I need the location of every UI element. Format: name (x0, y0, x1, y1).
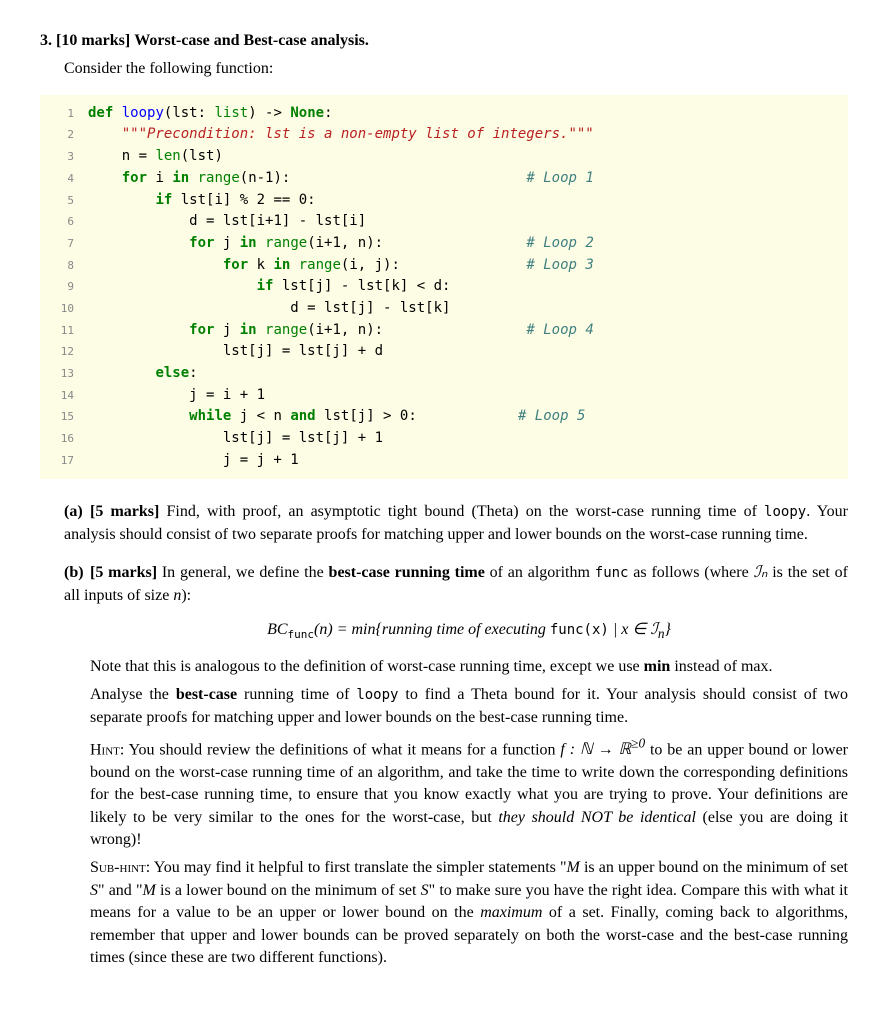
subhint-s1: S (90, 882, 98, 899)
part-a-text1: Find, with proof, an asymptotic tight bo… (159, 503, 764, 520)
subhint-s2: S (421, 882, 429, 899)
part-b-bold1: best-case running time (329, 564, 485, 581)
line-number: 15 (40, 408, 88, 425)
part-a-marks: [5 marks] (90, 503, 159, 520)
code-line: 16 lst[j] = lst[j] + 1 (40, 428, 848, 450)
code-content: lst[j] = lst[j] + d (88, 341, 848, 363)
part-b-marks: [5 marks] (90, 564, 157, 581)
line-number: 9 (40, 278, 88, 295)
line-number: 11 (40, 322, 88, 339)
code-content: for j in range(i+1, n): # Loop 2 (88, 233, 848, 255)
line-number: 1 (40, 105, 88, 122)
line-number: 6 (40, 213, 88, 230)
code-line: 15 while j < n and lst[j] > 0: # Loop 5 (40, 406, 848, 428)
line-number: 4 (40, 170, 88, 187)
code-content: else: (88, 363, 848, 385)
line-number: 3 (40, 148, 88, 165)
line-number: 17 (40, 452, 88, 469)
question-intro: Consider the following function: (64, 58, 848, 80)
code-content: if lst[i] % 2 == 0: (88, 190, 848, 212)
code-content: lst[j] = lst[j] + 1 (88, 428, 848, 450)
code-content: for i in range(n-1): # Loop 1 (88, 168, 848, 190)
hint-f: f : ℕ → ℝ≥0 (560, 741, 645, 758)
question-number: 3. (40, 32, 52, 49)
code-line: 8 for k in range(i, j): # Loop 3 (40, 255, 848, 277)
code-content: while j < n and lst[j] > 0: # Loop 5 (88, 406, 848, 428)
hint-a: You should review the definitions of wha… (124, 741, 560, 758)
line-number: 12 (40, 343, 88, 360)
subhint-label: Sub-hint: (90, 859, 150, 876)
part-b-bold-bc: best-case (176, 686, 237, 703)
code-content: for k in range(i, j): # Loop 3 (88, 255, 848, 277)
line-number: 8 (40, 257, 88, 274)
part-b-code-func: func (595, 565, 629, 581)
code-line: 17 j = j + 1 (40, 450, 848, 472)
part-a-code-word: loopy (764, 504, 806, 520)
subhint-m1: M (567, 859, 580, 876)
line-number: 14 (40, 387, 88, 404)
hint-italic: they should NOT be identical (498, 809, 696, 826)
code-content: d = lst[j] - lst[k] (88, 298, 848, 320)
part-b-note1-tail: instead of max. (670, 658, 772, 675)
hint-label: Hint: (90, 741, 124, 758)
part-b: (b)[5 marks] In general, we define the b… (64, 562, 848, 969)
question-title: Worst-case and Best-case analysis. (134, 32, 369, 49)
code-line: 3 n = len(lst) (40, 146, 848, 168)
line-number: 2 (40, 126, 88, 143)
code-line: 4 for i in range(n-1): # Loop 1 (40, 168, 848, 190)
line-number: 16 (40, 430, 88, 447)
code-line: 5 if lst[i] % 2 == 0: (40, 190, 848, 212)
part-b-bold-min: min (644, 658, 671, 675)
code-content: """Precondition: lst is a non-empty list… (88, 124, 848, 146)
code-line: 14 j = i + 1 (40, 385, 848, 407)
code-line: 10 d = lst[j] - lst[k] (40, 298, 848, 320)
code-line: 9 if lst[j] - lst[k] < d: (40, 276, 848, 298)
code-line: 6 d = lst[i+1] - lst[i] (40, 211, 848, 233)
part-b-note1: Note that this is analogous to the defin… (90, 658, 644, 675)
part-b-para2a: Analyse the (90, 686, 176, 703)
part-b-code-loopy: loopy (356, 687, 398, 703)
line-number: 7 (40, 235, 88, 252)
part-b-intro3: as follows (where (628, 564, 753, 581)
code-block: 1def loopy(lst: list) -> None:2 """Preco… (40, 95, 848, 480)
code-content: for j in range(i+1, n): # Loop 4 (88, 320, 848, 342)
code-line: 13 else: (40, 363, 848, 385)
part-a-label: (a) (64, 501, 90, 523)
part-b-intro5: ): (181, 587, 191, 604)
code-content: n = len(lst) (88, 146, 848, 168)
part-b-invar: ℐₙ (754, 564, 768, 581)
code-line: 1def loopy(lst: list) -> None: (40, 103, 848, 125)
subhint-a: You may find it helpful to first transla… (150, 859, 566, 876)
subhint-c: " and " (98, 882, 143, 899)
line-number: 5 (40, 192, 88, 209)
code-line: 7 for j in range(i+1, n): # Loop 2 (40, 233, 848, 255)
question-header: 3. [10 marks] Worst-case and Best-case a… (40, 30, 848, 52)
code-line: 11 for j in range(i+1, n): # Loop 4 (40, 320, 848, 342)
subhint-d: is a lower bound on the minimum of set (156, 882, 421, 899)
code-content: j = i + 1 (88, 385, 848, 407)
part-b-label: (b) (64, 562, 90, 584)
code-content: d = lst[i+1] - lst[i] (88, 211, 848, 233)
line-number: 10 (40, 300, 88, 317)
part-b-para2b: running time of (237, 686, 356, 703)
code-line: 12 lst[j] = lst[j] + d (40, 341, 848, 363)
part-b-formula: BCfunc(n) = min{running time of executin… (90, 619, 848, 644)
part-a: (a)[5 marks] Find, with proof, an asympt… (64, 501, 848, 546)
code-content: def loopy(lst: list) -> None: (88, 103, 848, 125)
code-line: 2 """Precondition: lst is a non-empty li… (40, 124, 848, 146)
code-content: if lst[j] - lst[k] < d: (88, 276, 848, 298)
question-marks: [10 marks] (56, 32, 130, 49)
part-b-intro1: In general, we define the (157, 564, 329, 581)
max-italic: maximum (480, 904, 542, 921)
subhint-m2: M (143, 882, 156, 899)
part-b-intro2: of an algorithm (485, 564, 595, 581)
code-content: j = j + 1 (88, 450, 848, 472)
line-number: 13 (40, 365, 88, 382)
subhint-b: is an upper bound on the minimum of set (580, 859, 848, 876)
